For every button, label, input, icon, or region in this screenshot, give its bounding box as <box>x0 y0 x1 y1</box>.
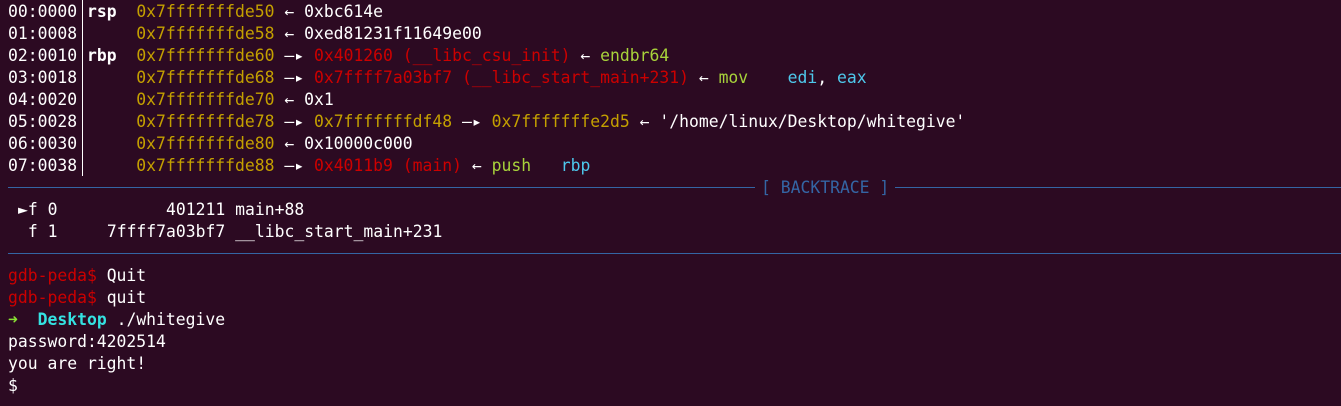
stack-row: 00:0000 rsp 0x7fffffffde50 ← 0xbc614e <box>8 2 384 21</box>
backtrace-separator <box>8 187 1341 188</box>
stack-row: 07:0038 0x7fffffffde88 —▸ 0x4011b9 (main… <box>8 156 591 175</box>
shell-arrow-icon: ➜ <box>8 310 18 329</box>
shell-directory: Desktop <box>37 310 107 329</box>
stack-row: 06:0030 0x7fffffffde80 ← 0x10000c000 <box>8 134 413 153</box>
backtrace-title: [ BACKTRACE ] <box>755 177 896 199</box>
console-line: gdb-peda$ quit <box>8 288 147 307</box>
backtrace-frame: ►f 0 401211 main+88 <box>18 200 305 219</box>
gdb-prompt: gdb-peda$ <box>8 288 97 307</box>
backtrace-frame: f 1 7ffff7a03bf7 __libc_start_main+231 <box>27 222 443 241</box>
gdb-prompt: gdb-peda$ <box>8 266 97 285</box>
terminal-window[interactable]: { "stack": [ {"offset": "00:0000", "reg"… <box>0 0 1341 406</box>
stack-row: 04:0020 0x7fffffffde70 ← 0x1 <box>8 90 334 109</box>
shell-input-line[interactable]: $ <box>8 375 27 397</box>
console-line: ➜ Desktop ./whitegive <box>8 310 226 329</box>
console-line: gdb-peda$ Quit <box>8 266 147 285</box>
program-output: password:4202514 <box>8 332 166 351</box>
stack-row: 05:0028 0x7fffffffde78 —▸ 0x7fffffffdf48… <box>8 112 966 131</box>
stack-row: 03:0018 0x7fffffffde68 —▸ 0x7ffff7a03bf7… <box>8 68 867 87</box>
program-output: you are right! <box>8 354 147 373</box>
stack-row: 01:0008 0x7fffffffde58 ← 0xed81231f11649… <box>8 24 482 43</box>
console-separator <box>8 253 1341 254</box>
text-cursor <box>18 376 27 395</box>
current-frame-marker-icon: ► <box>18 200 28 219</box>
stack-row: 02:0010 rbp 0x7fffffffde60 —▸ 0x401260 (… <box>8 46 670 65</box>
shell-prompt: $ <box>8 376 18 395</box>
